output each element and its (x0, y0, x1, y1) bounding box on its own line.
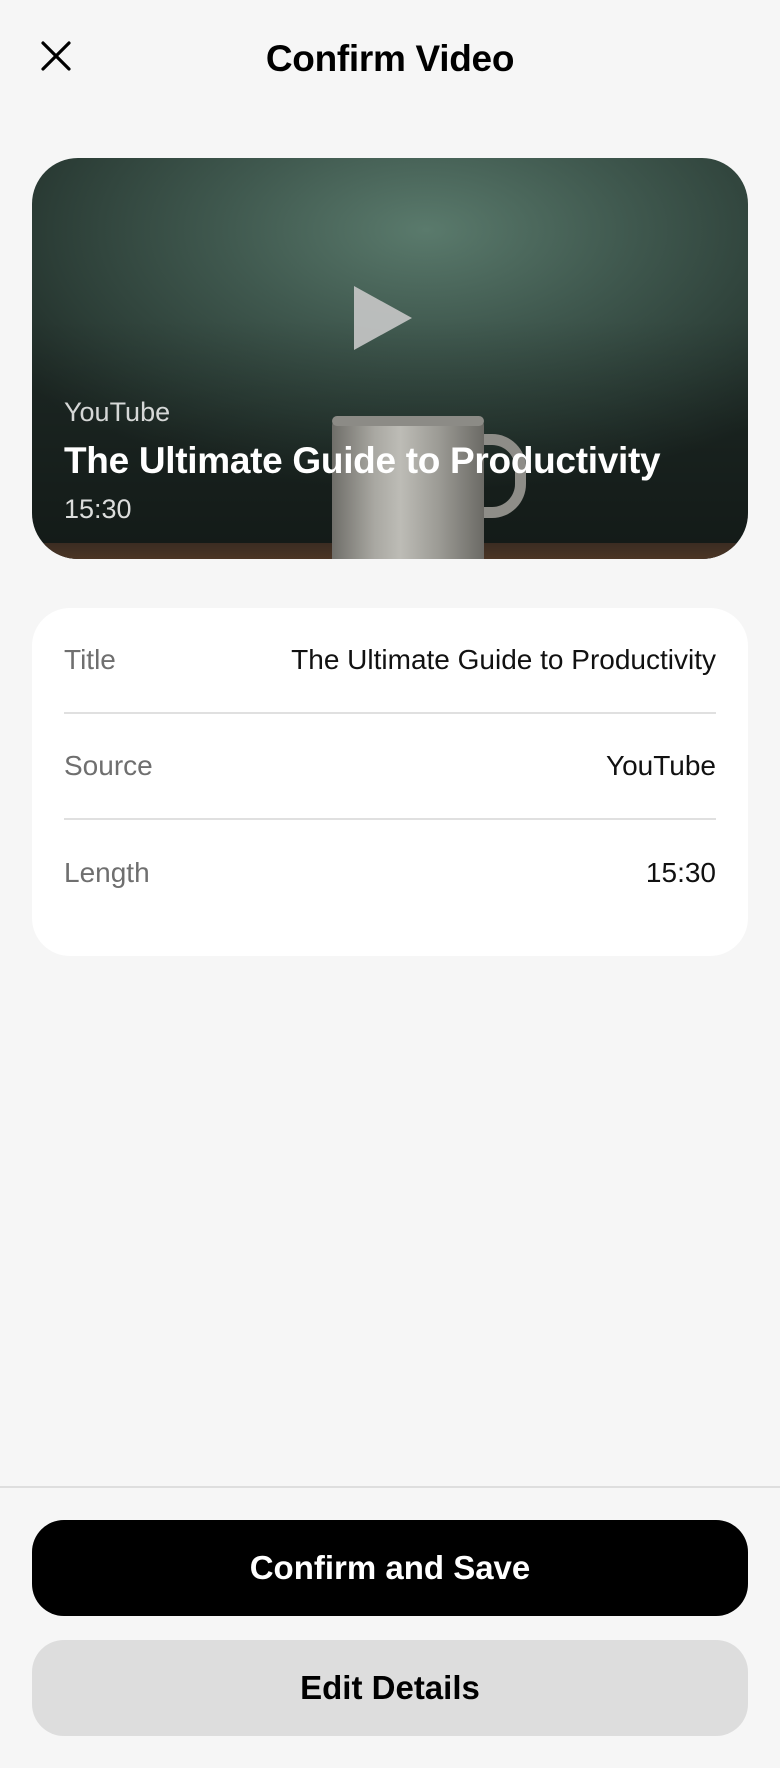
detail-value: YouTube (605, 750, 716, 781)
header: Confirm Video (0, 0, 780, 130)
detail-label: Length (64, 857, 150, 888)
detail-label: Source (64, 750, 153, 781)
edit-details-button[interactable]: Edit Details (32, 1640, 748, 1736)
play-icon[interactable] (350, 284, 420, 354)
detail-row-length: Length 15:30 (64, 820, 716, 926)
video-preview-card[interactable]: YouTube The Ultimate Guide to Productivi… (32, 158, 748, 559)
detail-value: 15:30 (645, 857, 716, 888)
detail-value: The Ultimate Guide to Productivity (291, 644, 716, 675)
video-source: YouTube (64, 397, 171, 427)
page-title: Confirm Video (265, 38, 515, 79)
video-title: The Ultimate Guide to Productivity (64, 440, 661, 481)
details-card: Title The Ultimate Guide to Productivity… (32, 608, 748, 956)
video-meta: YouTube The Ultimate Guide to Productivi… (64, 397, 716, 525)
detail-row-source: Source YouTube (64, 714, 716, 820)
video-length: 15:30 (64, 494, 132, 524)
confirm-video-screen: Confirm Video YouTube The Ultimate Guide… (0, 0, 780, 1768)
detail-row-title: Title The Ultimate Guide to Productivity (64, 608, 716, 714)
action-footer: Confirm and Save Edit Details (0, 1486, 780, 1768)
confirm-and-save-button[interactable]: Confirm and Save (32, 1520, 748, 1616)
detail-label: Title (64, 644, 116, 675)
